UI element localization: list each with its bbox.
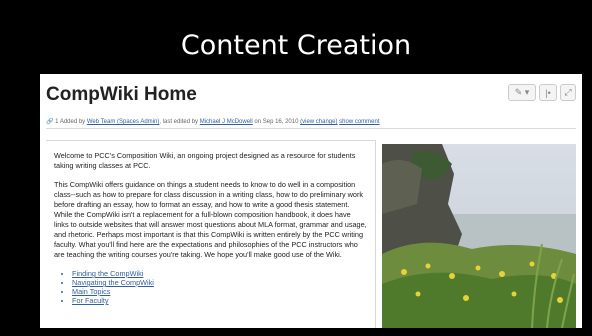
link-for-faculty[interactable]: For Faculty [72, 296, 367, 305]
edit-pencil-button[interactable]: ✎ ▾ [508, 84, 536, 101]
meta-middle: , last edited by [159, 119, 199, 125]
divider [46, 128, 576, 129]
page-info-button[interactable]: |• [539, 84, 557, 101]
expand-button[interactable]: ⤢ [560, 84, 576, 101]
wiki-screenshot: CompWiki Home ✎ ▾ |• ⤢ 🔗 1 Added by Web … [40, 74, 582, 328]
author-link-michael[interactable]: Michael J McDowell [200, 119, 253, 125]
page-title: CompWiki Home [46, 84, 197, 105]
page-metadata: 🔗 1 Added by Web Team (Spaces Admin), la… [46, 118, 576, 125]
content-panel: Welcome to PCC's Composition Wiki, an on… [46, 140, 376, 328]
meta-date: on Sep 16, 2010 [254, 119, 299, 125]
page-toolbar: ✎ ▾ |• ⤢ [508, 84, 576, 101]
description-paragraph: This CompWiki offers guidance on things … [54, 180, 367, 259]
author-link-web-team[interactable]: Web Team (Spaces Admin) [87, 119, 159, 125]
view-change-link[interactable]: (view change) [300, 119, 337, 125]
link-main-topics[interactable]: Main Topics [72, 287, 367, 296]
slide-title: Content Creation [180, 30, 412, 61]
link-finding-compwiki[interactable]: Finding the CompWiki [72, 269, 367, 278]
link-navigating-compwiki[interactable]: Navigating the CompWiki [72, 278, 367, 287]
coastal-photo [382, 144, 576, 328]
attachment-icon: 🔗 [46, 119, 54, 125]
topic-links: Finding the CompWiki Navigating the Comp… [54, 269, 367, 305]
show-comment-link[interactable]: show comment [339, 119, 379, 125]
meta-prefix: 1 Added by [55, 119, 86, 125]
intro-paragraph: Welcome to PCC's Composition Wiki, an on… [54, 151, 356, 170]
coastal-landscape-image [382, 144, 576, 328]
